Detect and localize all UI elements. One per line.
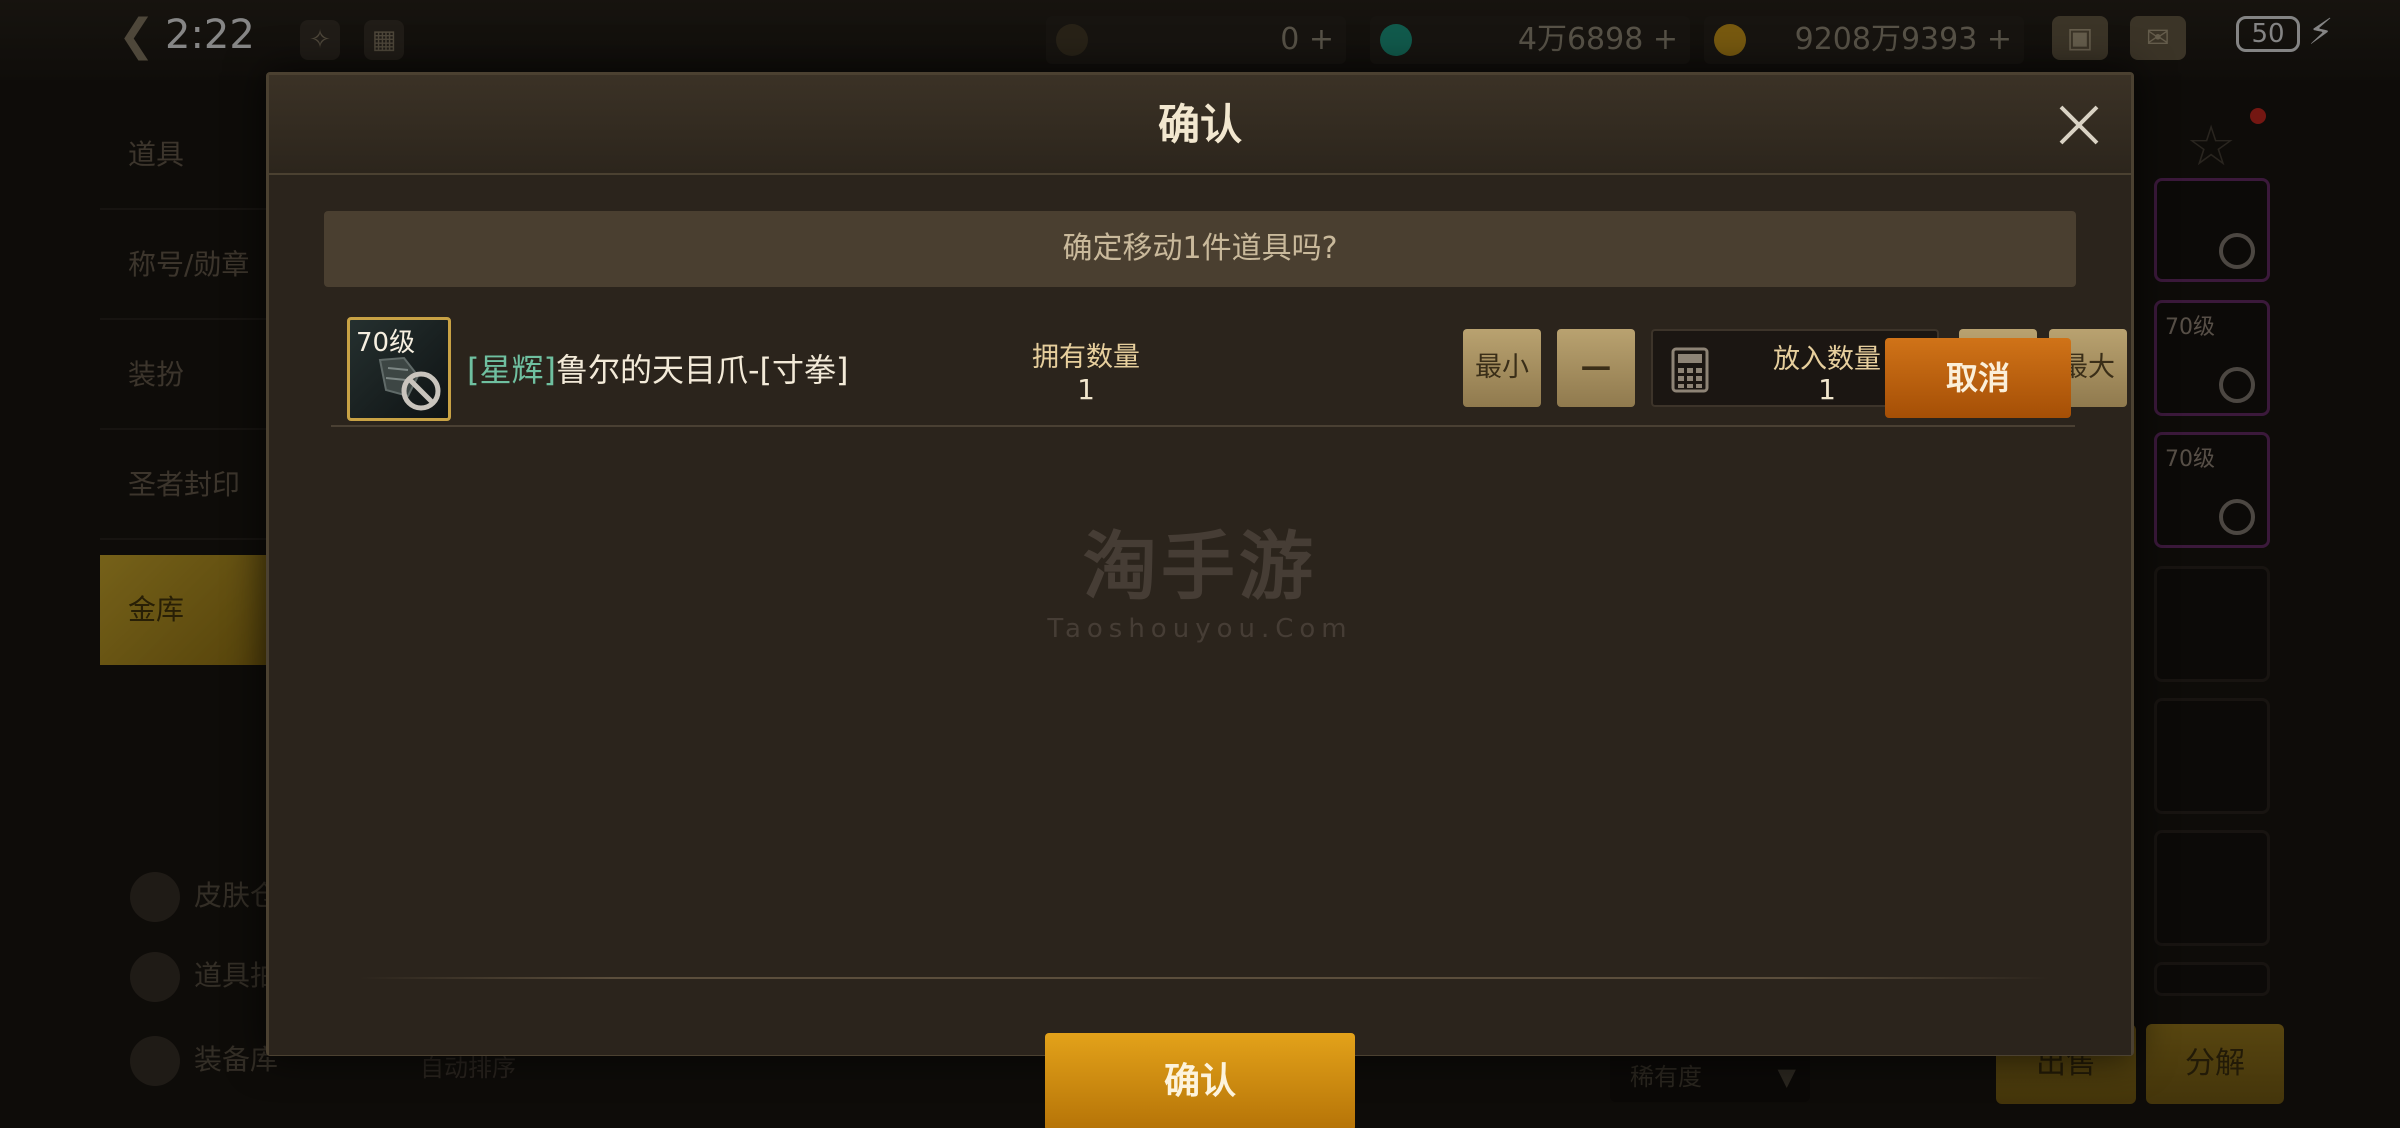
ban-icon: [401, 371, 441, 411]
dialog-header: 确认: [269, 75, 2131, 175]
calculator-icon[interactable]: [1671, 347, 1709, 393]
confirm-button[interactable]: 确认: [1045, 1033, 1355, 1128]
item-name: [星辉]鲁尔的天目爪-[寸拳]: [467, 345, 849, 391]
item-name-prefix: [星辉]: [467, 351, 556, 389]
cancel-button[interactable]: 取消: [1885, 338, 2071, 418]
item-row: 70级 [星辉]鲁尔的天目爪-[寸拳] 拥有数量 1 最小 − 放入数量 1 最…: [331, 317, 2127, 427]
item-icon[interactable]: 70级: [347, 317, 451, 421]
watermark-logo: 淘手游: [1083, 524, 1317, 610]
owned-quantity-label: 拥有数量: [1032, 342, 1140, 373]
watermark-url: Taoshouyou.Com: [1047, 614, 1353, 644]
item-level: 70级: [356, 328, 416, 358]
dialog-body: 确定移动1件道具吗? 70级 [星辉]鲁尔的天目爪-[寸拳] 拥有数量 1 最小…: [269, 177, 2131, 1128]
watermark: 淘手游 Taoshouyou.Com: [269, 507, 2131, 644]
footer-divider: [359, 977, 2049, 979]
min-button[interactable]: 最小: [1463, 329, 1541, 407]
close-icon[interactable]: [2051, 97, 2107, 153]
item-name-text: 鲁尔的天目爪-[寸拳]: [555, 351, 849, 389]
confirm-dialog: 确认 确定移动1件道具吗? 70级 [星辉]鲁尔的天目爪-[寸拳] 拥有数量 1…: [266, 72, 2134, 1128]
decrement-button[interactable]: −: [1557, 329, 1635, 407]
owned-quantity-value: 1: [1077, 373, 1095, 406]
confirm-prompt: 确定移动1件道具吗?: [324, 211, 2076, 287]
dialog-title: 确认: [1157, 100, 1242, 149]
